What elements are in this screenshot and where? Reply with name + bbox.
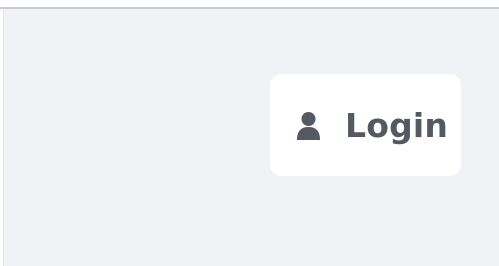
- top-border: [0, 0, 499, 9]
- user-icon: [295, 111, 322, 141]
- login-label: Login: [345, 105, 449, 145]
- login-button[interactable]: Login: [270, 74, 461, 176]
